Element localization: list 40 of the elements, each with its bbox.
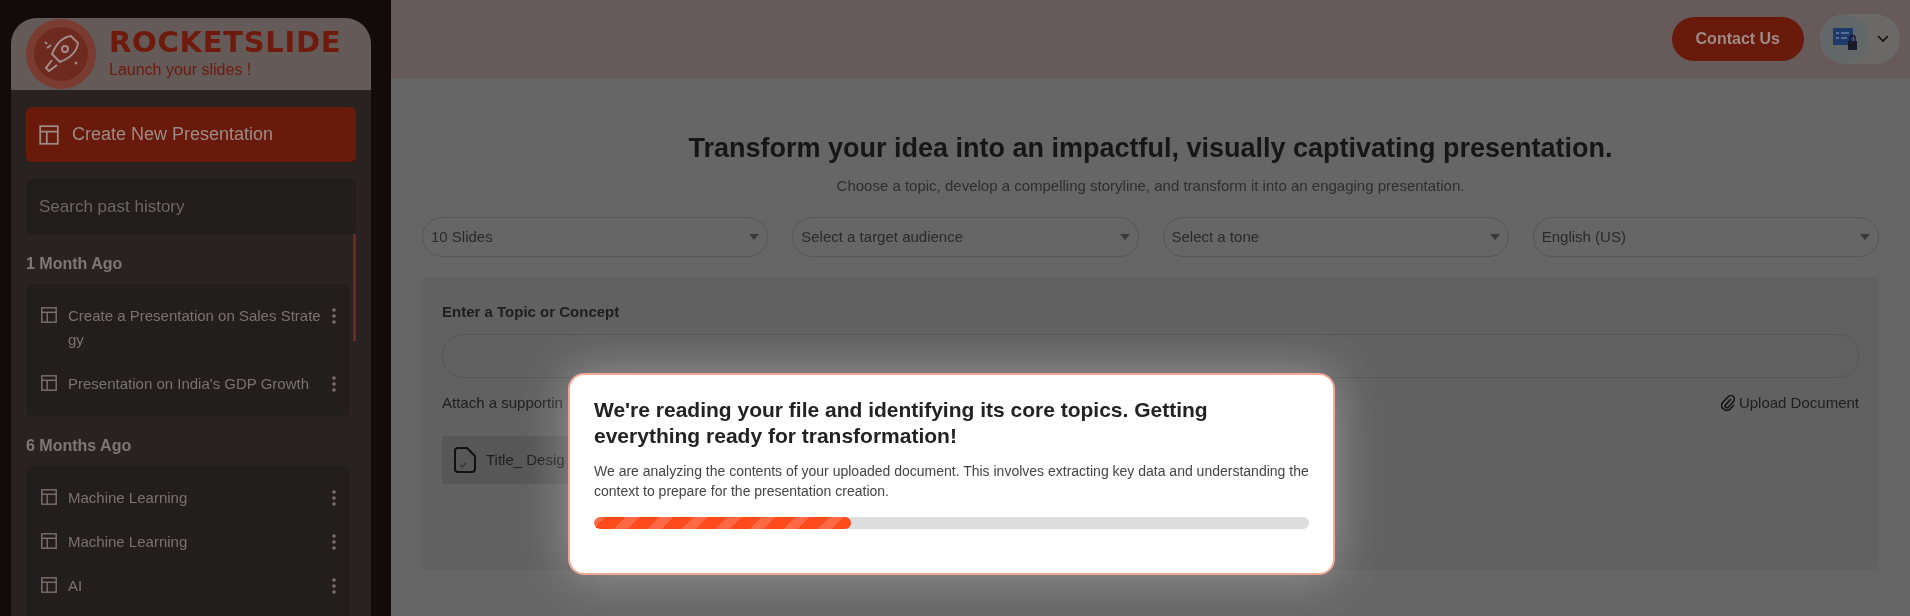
history-item[interactable]: AI — [68, 574, 322, 598]
upload-document-link[interactable]: Upload Document — [1720, 391, 1859, 414]
group-label: 6 Months Ago — [26, 436, 133, 456]
paperclip-icon — [1720, 394, 1735, 411]
layout-icon — [40, 306, 58, 324]
brand-name: ROCKETSLIDE — [109, 26, 342, 58]
create-presentation-button[interactable]: Create New Presentation — [26, 107, 356, 162]
layout-icon — [40, 576, 58, 594]
more-icon[interactable] — [332, 534, 336, 550]
history-item[interactable]: Machine Learning — [68, 530, 322, 554]
page-title: Transform your idea into an impactful, visually captivating presentation. — [688, 132, 1613, 165]
brand-tagline: Launch your slides ! — [109, 60, 253, 80]
layout-icon — [40, 488, 58, 506]
more-icon[interactable] — [332, 376, 336, 392]
more-icon[interactable] — [332, 308, 336, 324]
chevron-down-icon — [1877, 35, 1889, 43]
caret-icon — [1860, 234, 1870, 240]
history-item[interactable]: Presentation on India's GDP Growth — [68, 372, 322, 396]
contact-button[interactable]: Contact Us — [1671, 17, 1804, 61]
document-icon — [452, 446, 478, 474]
layout-icon — [40, 532, 58, 550]
more-icon[interactable] — [332, 578, 336, 594]
page-subtitle: Choose a topic, develop a compelling storyline, and transform it into an engaging presentation. — [836, 175, 1465, 196]
caret-icon — [749, 234, 760, 240]
history-item[interactable]: Create a Presentation on Sales Strategy — [68, 304, 322, 352]
topic-label: Enter a Topic or Concept — [442, 302, 621, 322]
history-item[interactable]: Machine Learning — [68, 486, 322, 510]
attach-label: Attach a supportin — [442, 392, 563, 413]
layout-icon — [40, 374, 58, 392]
search-field[interactable]: Search past history — [26, 179, 356, 234]
checklist-lock-icon — [1832, 26, 1858, 52]
account-menu[interactable] — [1820, 14, 1900, 64]
document-name: Title_ Desig — [486, 449, 565, 470]
scrollbar[interactable] — [353, 234, 356, 341]
rocket-logo-icon — [25, 18, 97, 90]
group-label: 1 Month Ago — [26, 254, 124, 274]
more-icon[interactable] — [332, 490, 336, 506]
layout-icon — [38, 123, 60, 146]
caret-icon — [1119, 234, 1130, 240]
caret-icon — [1489, 234, 1500, 240]
